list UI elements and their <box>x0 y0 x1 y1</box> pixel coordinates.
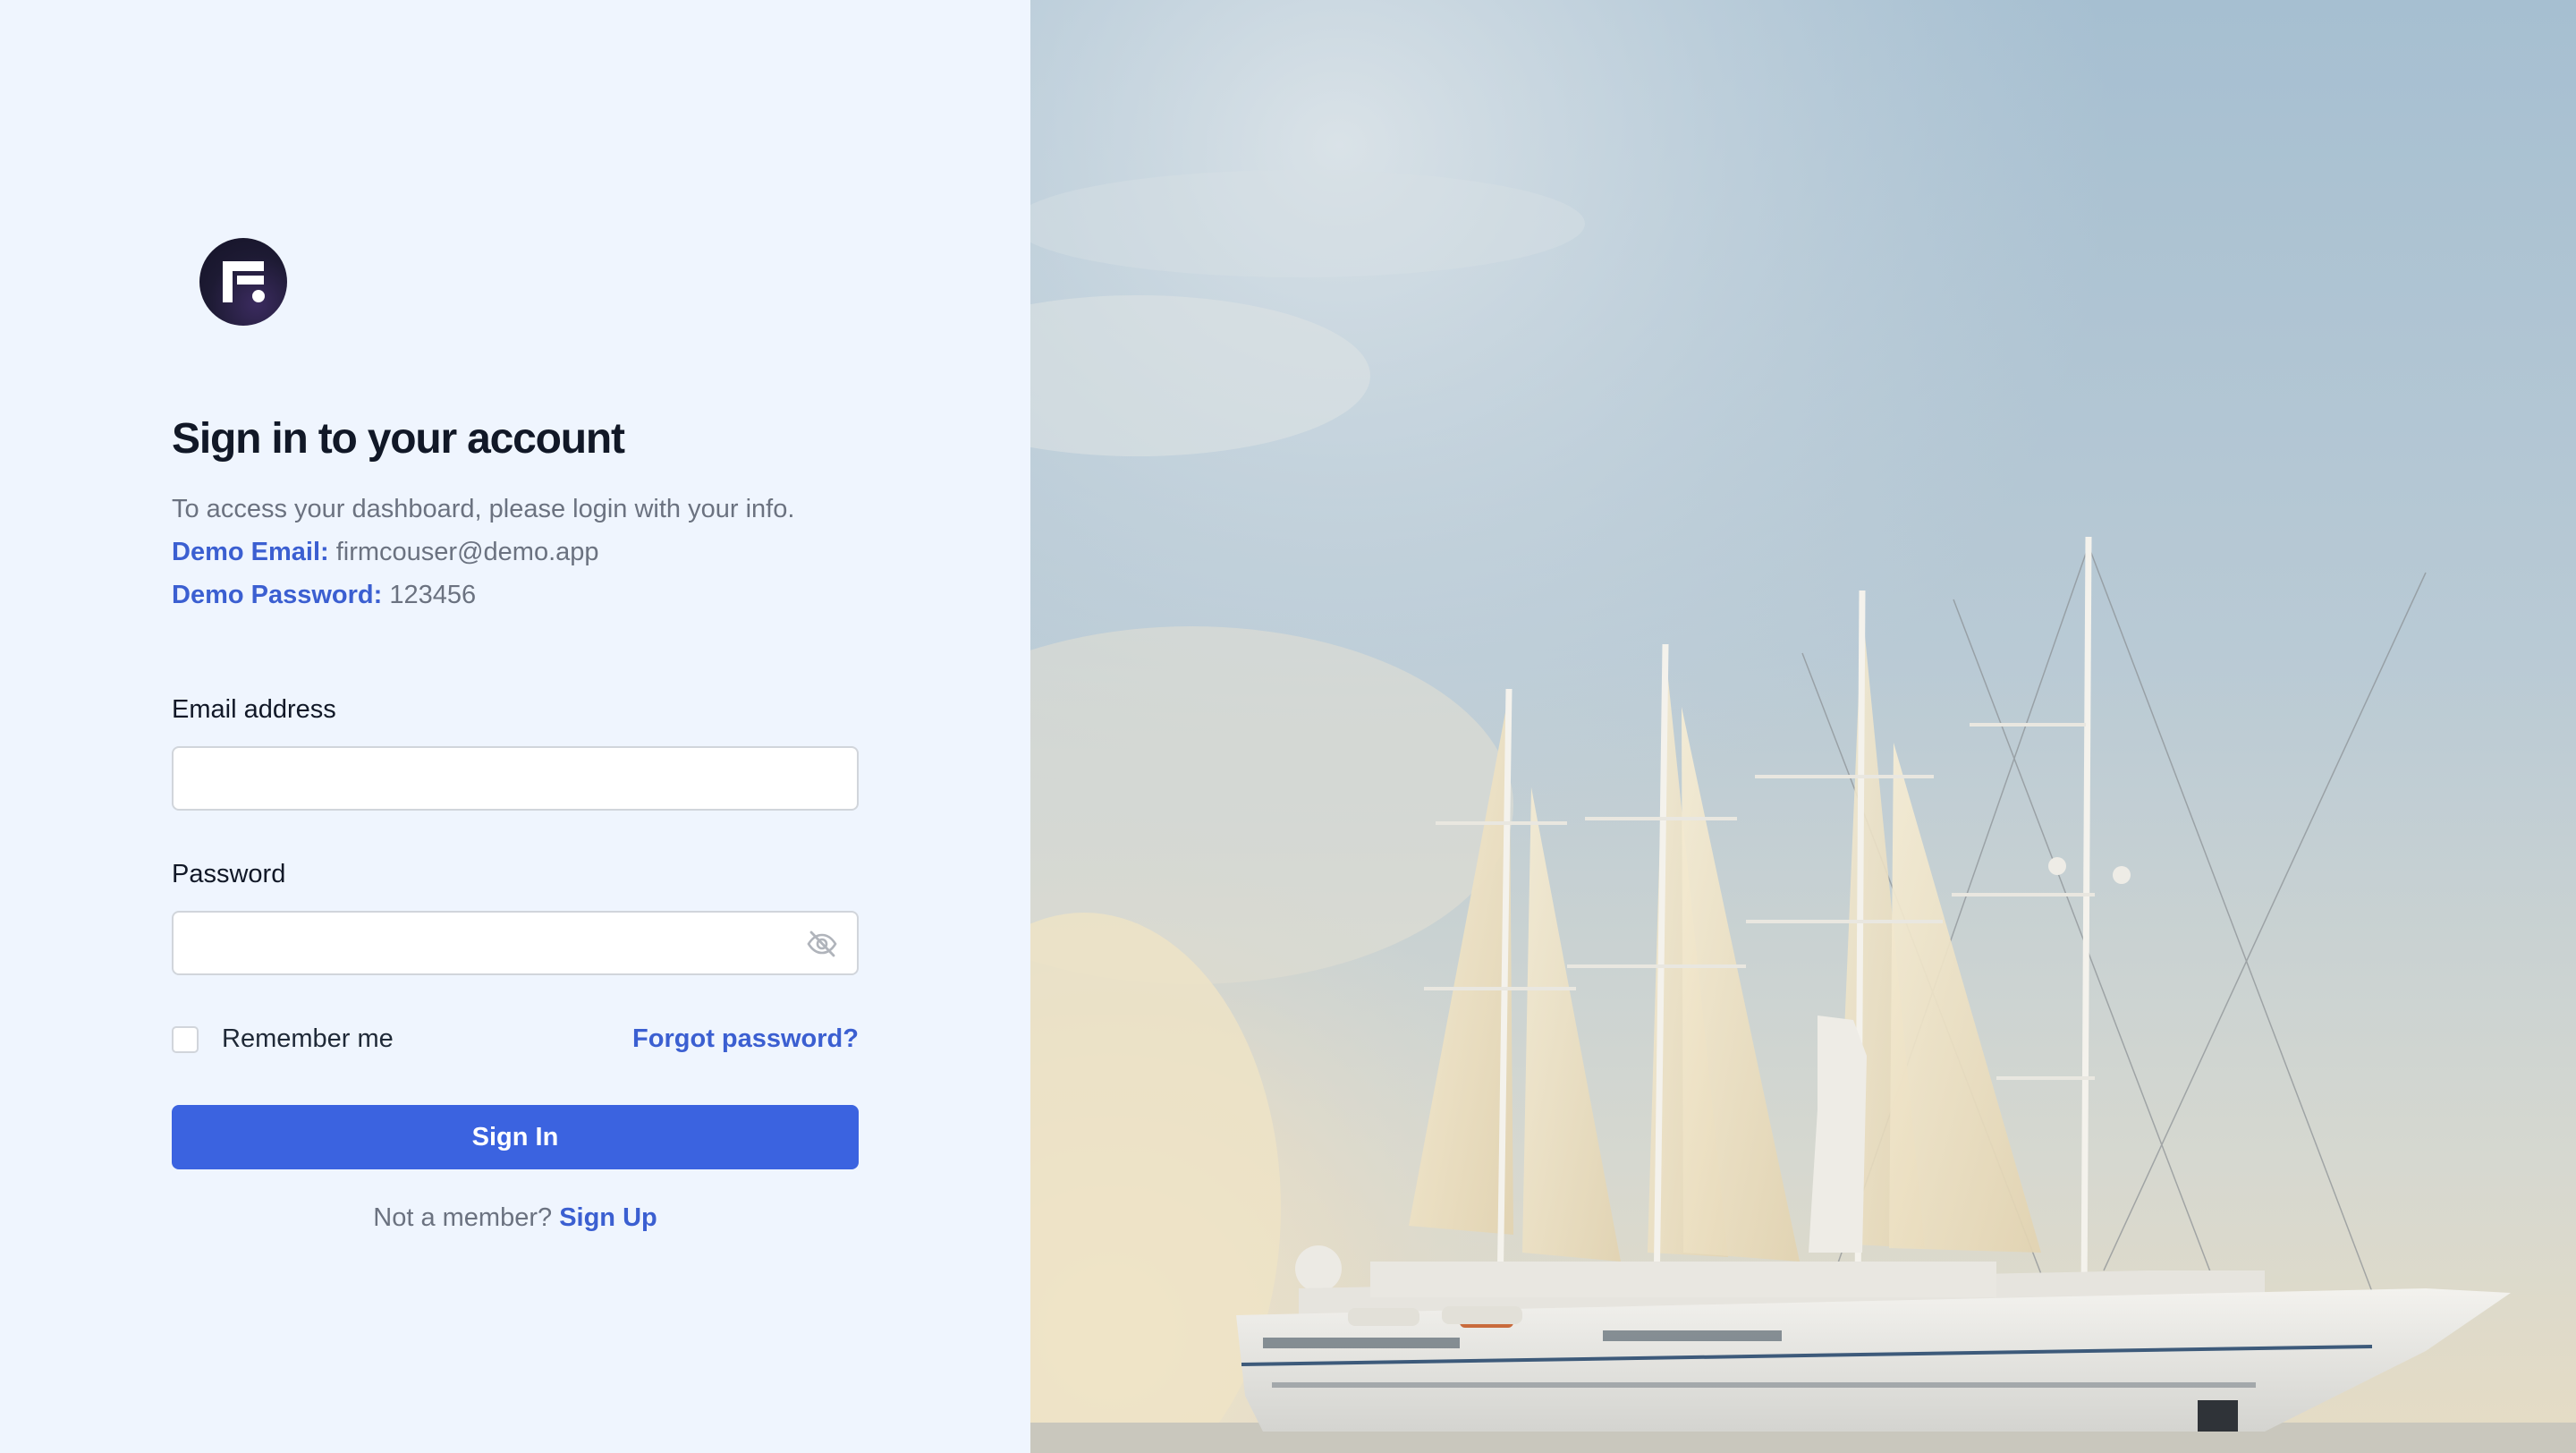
password-input[interactable] <box>172 911 859 975</box>
email-input[interactable] <box>172 746 859 811</box>
brand-logo-icon <box>199 238 287 326</box>
remember-me-label[interactable]: Remember me <box>222 1024 394 1054</box>
email-label: Email address <box>172 695 336 724</box>
demo-password-value: 123456 <box>389 581 477 609</box>
demo-password-label: Demo Password: <box>172 581 383 609</box>
signup-prompt: Not a member? Sign Up <box>172 1203 859 1233</box>
eye-slash-icon[interactable] <box>806 930 838 958</box>
demo-email-value: firmcouser@demo.app <box>335 538 599 566</box>
demo-email-line: Demo Email: firmcouser@demo.app <box>172 538 599 567</box>
sign-in-button[interactable]: Sign In <box>172 1105 859 1169</box>
remember-me-checkbox[interactable] <box>172 1026 199 1053</box>
page-title: Sign in to your account <box>172 415 625 463</box>
demo-email-label: Demo Email: <box>172 538 329 566</box>
demo-password-line: Demo Password: 123456 <box>172 581 476 610</box>
login-panel: Sign in to your account To access your d… <box>0 0 1030 1453</box>
sign-up-link[interactable]: Sign Up <box>559 1203 657 1232</box>
sign-in-page: Sign in to your account To access your d… <box>0 0 2576 1453</box>
sailing-ship-photo <box>1030 0 2576 1453</box>
signup-prompt-text: Not a member? <box>373 1203 553 1232</box>
password-label: Password <box>172 860 286 888</box>
hero-image <box>1030 0 2576 1453</box>
forgot-password-link[interactable]: Forgot password? <box>632 1024 859 1054</box>
intro-text: To access your dashboard, please login w… <box>172 495 795 523</box>
